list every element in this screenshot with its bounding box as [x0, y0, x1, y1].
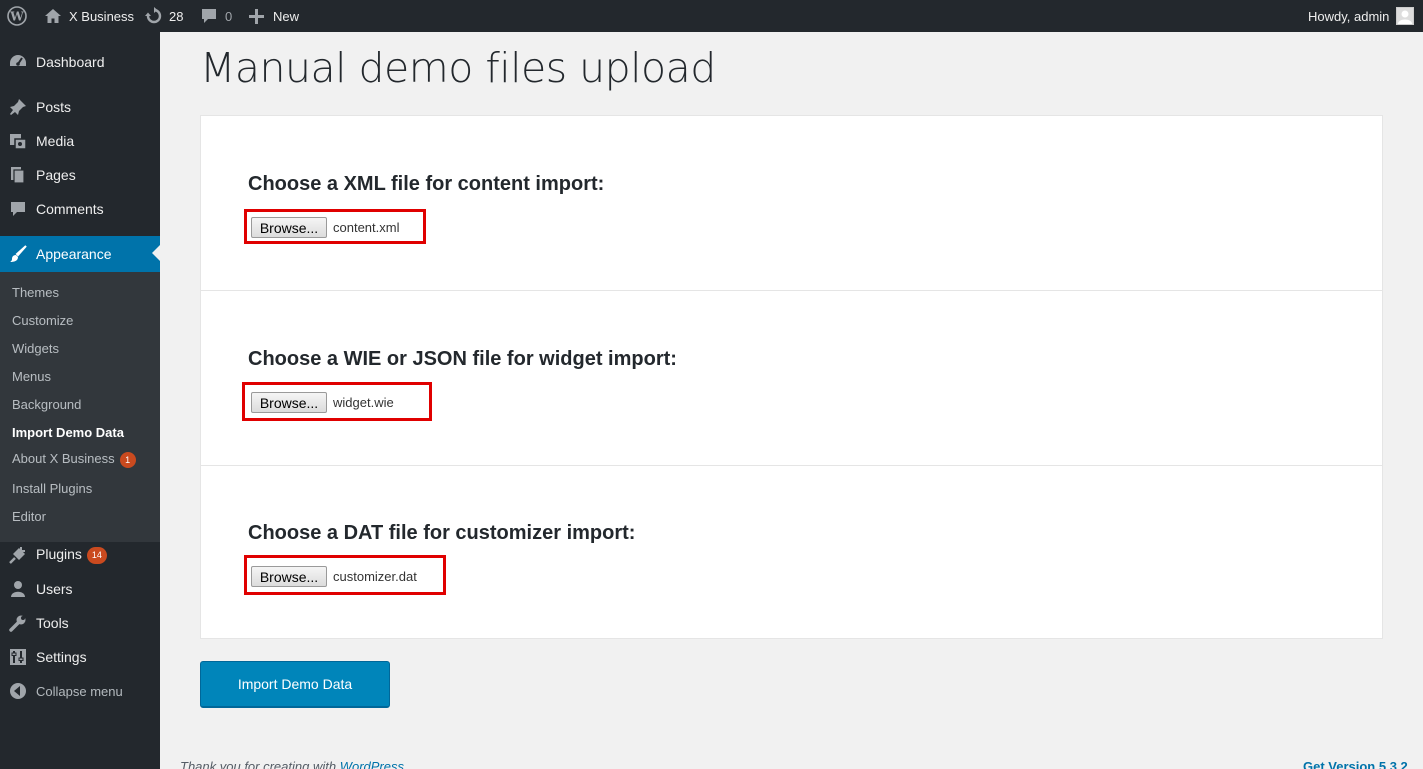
new-content-link[interactable]: New — [249, 0, 299, 32]
comment-icon — [9, 200, 27, 218]
menu-item-appearance[interactable]: Appearance — [0, 236, 160, 272]
get-version-link[interactable]: Get Version 5.3.2 — [1303, 759, 1408, 769]
comment-icon — [201, 8, 217, 24]
menu-label: Tools — [36, 615, 69, 631]
menu-item-media[interactable]: Media — [0, 124, 160, 158]
content-file-input[interactable]: Browse... content.xml — [244, 209, 426, 244]
greeting-text: Howdy, admin — [1308, 8, 1390, 24]
selected-file-name: widget.wie — [333, 395, 394, 410]
plugin-icon — [9, 546, 27, 564]
appearance-submenu: Themes Customize Widgets Menus Backgroun… — [0, 272, 160, 542]
page-title: Manual demo files upload — [200, 44, 716, 92]
menu-item-dashboard[interactable]: Dashboard — [0, 45, 160, 79]
admin-bar: W X Business 28 0 New Howdy, admin — [0, 0, 1423, 32]
footer-thanks: Thank you for creating with WordPress — [180, 759, 404, 769]
plugins-label: Plugins — [36, 546, 82, 563]
selected-file-name: content.xml — [333, 220, 400, 235]
new-label: New — [273, 8, 300, 24]
svg-text:W: W — [9, 10, 24, 24]
menu-label: Pages — [36, 167, 76, 183]
menu-label: Dashboard — [36, 54, 105, 70]
section-heading: Choose a XML file for content import: — [248, 173, 605, 195]
pin-icon — [9, 98, 27, 116]
collapse-icon — [9, 682, 27, 700]
section-heading: Choose a DAT file for customizer import: — [248, 522, 636, 544]
comments-count: 0 — [225, 8, 233, 24]
pages-icon — [9, 166, 27, 184]
content-import-section: Choose a XML file for content import: Br… — [201, 116, 1382, 290]
menu-item-settings[interactable]: Settings — [0, 640, 160, 674]
updates-count: 28 — [169, 8, 184, 24]
menu-label: Settings — [36, 649, 87, 665]
admin-sidebar: Dashboard Posts Media Pages Comments App… — [0, 32, 160, 769]
widget-file-input[interactable]: Browse... widget.wie — [242, 382, 432, 421]
section-heading: Choose a WIE or JSON file for widget imp… — [248, 348, 677, 370]
updates-icon — [145, 7, 163, 25]
plus-icon — [249, 8, 264, 24]
media-icon — [9, 132, 27, 150]
wordpress-logo-icon[interactable]: W — [7, 0, 27, 32]
account-menu[interactable]: Howdy, admin — [1308, 0, 1415, 32]
browse-button[interactable]: Browse... — [251, 217, 327, 238]
collapse-menu-button[interactable]: Collapse menu — [0, 674, 160, 708]
submenu-item-import-demo-data[interactable]: Import Demo Data — [12, 425, 124, 440]
selected-file-name: customizer.dat — [333, 569, 417, 584]
paintbrush-icon — [9, 245, 27, 263]
update-badge: 14 — [86, 546, 107, 564]
wordpress-link[interactable]: WordPress — [340, 759, 404, 769]
current-menu-arrow — [152, 245, 160, 261]
menu-item-comments[interactable]: Comments — [0, 192, 160, 226]
submenu-item-themes[interactable]: Themes — [12, 285, 59, 300]
footer-thanks-text: Thank you for creating with — [180, 759, 340, 769]
import-demo-data-button[interactable]: Import Demo Data — [200, 661, 390, 708]
update-badge: 1 — [119, 451, 136, 468]
menu-label: Users — [36, 581, 73, 597]
submenu-label: About X Business — [12, 451, 115, 466]
menu-item-users[interactable]: Users — [0, 572, 160, 606]
menu-item-pages[interactable]: Pages — [0, 158, 160, 192]
dashboard-icon — [9, 53, 27, 71]
comments-link[interactable]: 0 — [201, 0, 232, 32]
collapse-label: Collapse menu — [36, 683, 123, 699]
browse-button[interactable]: Browse... — [251, 392, 327, 413]
menu-item-tools[interactable]: Tools — [0, 606, 160, 640]
menu-label: Appearance — [36, 246, 112, 262]
users-icon — [9, 580, 27, 598]
menu-label: Posts — [36, 99, 72, 115]
browse-button[interactable]: Browse... — [251, 566, 327, 587]
submenu-item-editor[interactable]: Editor — [12, 509, 46, 524]
customizer-import-section: Choose a DAT file for customizer import:… — [201, 465, 1382, 638]
home-icon — [44, 8, 62, 24]
widget-import-section: Choose a WIE or JSON file for widget imp… — [201, 290, 1382, 465]
site-home-link[interactable]: X Business — [44, 0, 134, 32]
menu-label: Comments — [36, 201, 104, 217]
submenu-item-about[interactable]: About X Business 1 — [12, 451, 136, 468]
submenu-item-install-plugins[interactable]: Install Plugins — [12, 481, 92, 496]
updates-link[interactable]: 28 — [145, 0, 183, 32]
submenu-item-customize[interactable]: Customize — [12, 313, 73, 328]
menu-item-posts[interactable]: Posts — [0, 90, 160, 124]
menu-label: Media — [36, 133, 75, 149]
menu-item-plugins[interactable]: Plugins 14 — [0, 538, 160, 572]
settings-icon — [9, 648, 27, 666]
submenu-item-widgets[interactable]: Widgets — [12, 341, 59, 356]
site-name: X Business — [69, 8, 135, 24]
menu-label: Plugins 14 — [36, 546, 107, 564]
submenu-item-menus[interactable]: Menus — [12, 369, 51, 384]
upload-panel: Choose a XML file for content import: Br… — [200, 115, 1383, 639]
customizer-file-input[interactable]: Browse... customizer.dat — [244, 555, 446, 595]
submenu-item-background[interactable]: Background — [12, 397, 81, 412]
avatar — [1396, 7, 1415, 25]
wrench-icon — [9, 614, 27, 632]
